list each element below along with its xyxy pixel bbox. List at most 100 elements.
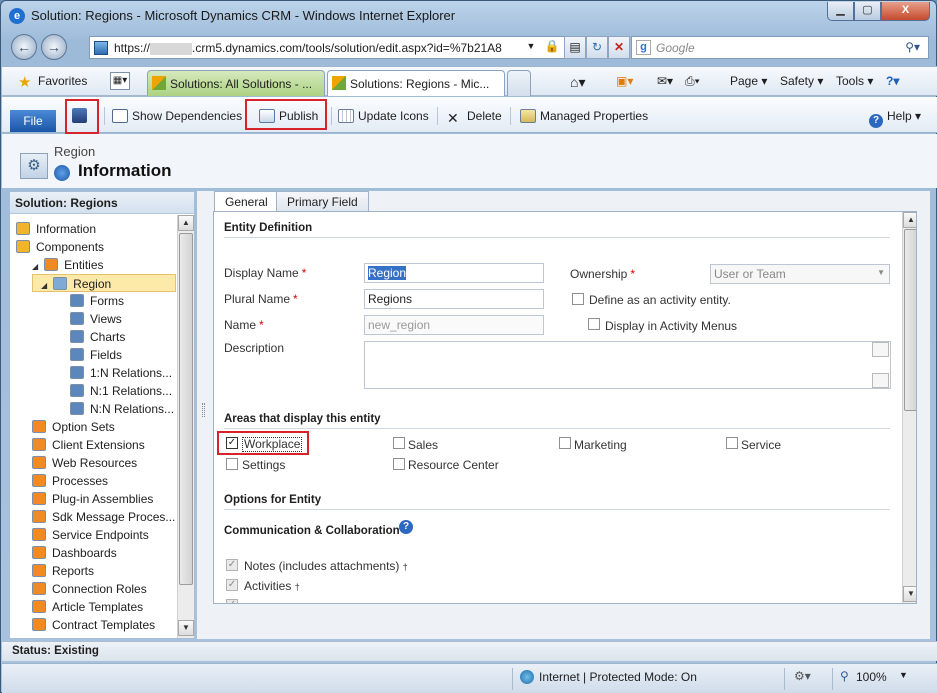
nav-item-service-endpoints[interactable]: Service Endpoints [10,526,176,544]
nav-item-icon [16,222,30,235]
nav-item-icon [70,294,84,307]
scroll-down-icon[interactable]: ▼ [178,620,194,636]
nav-item-dashboards[interactable]: Dashboards [10,544,176,562]
help-menu-icon[interactable]: ?▾ [886,74,899,88]
tree-toggle-icon[interactable]: ◢ [32,262,38,271]
workplace-checkbox[interactable]: ✓ [226,437,238,449]
nav-item-reports[interactable]: Reports [10,562,176,580]
zoom-dropdown-icon[interactable]: ▼ [899,670,908,680]
nav-scrollbar[interactable]: ▲ ▼ [177,215,194,638]
forward-button[interactable]: → [41,34,67,60]
info-help-icon[interactable]: ? [399,520,413,534]
favorites-star-icon[interactable]: ★ [18,73,31,91]
splitter-grip[interactable] [202,403,205,417]
address-dropdown-icon[interactable]: ▼ [524,36,538,59]
file-tab[interactable]: File [10,110,56,132]
nav-item-information[interactable]: Information [10,220,176,238]
scroll-thumb[interactable] [904,229,916,411]
tab-primary-field[interactable]: Primary Field [276,191,369,211]
settings-checkbox[interactable] [226,458,238,470]
nav-item-web-resources[interactable]: Web Resources [10,454,176,472]
favorites-button[interactable]: Favorites [38,74,87,88]
nav-item-entities[interactable]: ◢ Entities [10,256,176,274]
tab-general[interactable]: General [214,191,279,212]
publish-button[interactable]: Publish [259,107,318,127]
tree-toggle-icon[interactable]: ◢ [41,281,47,290]
print-icon[interactable]: ⎙▾ [685,74,700,89]
nav-item-n-1-relations[interactable]: N:1 Relations... [10,382,176,400]
display-name-field[interactable]: Region [364,263,544,283]
nav-item-article-templates[interactable]: Article Templates [10,598,176,616]
zoom-level[interactable]: 100% [856,670,887,684]
nav-item-connection-roles[interactable]: Connection Roles [10,580,176,598]
safety-menu[interactable]: Safety ▾ [780,74,823,88]
scroll-down-icon[interactable]: ▼ [903,586,916,602]
home-icon[interactable]: ⌂▾ [570,74,585,91]
nav-item-contract-templates[interactable]: Contract Templates [10,616,176,634]
show-dependencies-button[interactable]: Show Dependencies [112,107,242,127]
scroll-thumb[interactable] [179,233,193,585]
description-scroll-up[interactable] [872,342,889,357]
activity-menus-checkbox[interactable] [588,318,600,330]
nav-item-processes[interactable]: Processes [10,472,176,490]
ownership-label: Ownership * [570,267,636,281]
nav-item-fields[interactable]: Fields [10,346,176,364]
nav-item-client-extensions[interactable]: Client Extensions [10,436,176,454]
separator [784,668,785,690]
scroll-up-icon[interactable]: ▲ [178,215,194,231]
scroll-up-icon[interactable]: ▲ [903,212,916,228]
nav-item-plug-in-assemblies[interactable]: Plug-in Assemblies [10,490,176,508]
compatibility-icon[interactable]: ▤ [564,36,586,59]
tools-menu[interactable]: Tools ▾ [836,74,873,88]
search-input[interactable]: g Google ⚲▾ [631,36,929,59]
nav-item-region[interactable]: ◢ Region [32,274,176,292]
save-button[interactable] [72,106,87,126]
nav-item-forms[interactable]: Forms [10,292,176,310]
form-scrollbar[interactable]: ▲ ▼ [902,212,916,603]
nav-item-components[interactable]: Components [10,238,176,256]
information-icon [54,165,70,181]
description-scroll-down[interactable] [872,373,889,388]
nav-item-icon [32,564,46,577]
service-checkbox[interactable] [726,437,738,449]
search-icon[interactable]: ⚲▾ [905,40,920,54]
nav-item-label: Region [73,277,112,291]
plural-name-field[interactable]: Regions [364,289,544,309]
protected-mode-icon[interactable]: ⚙▾ [794,669,811,683]
help-button[interactable]: ? Help ▾ [869,107,921,128]
save-icon [72,108,87,123]
stop-icon[interactable]: ✕ [608,36,630,59]
sales-checkbox[interactable] [393,437,405,449]
nav-title: Solution: Regions [10,192,194,214]
nav-item-n-n-relations[interactable]: N:N Relations... [10,400,176,418]
close-button[interactable]: X [881,2,930,21]
activity-entity-checkbox[interactable] [572,293,584,305]
mail-icon[interactable]: ✉▾ [657,74,673,88]
new-tab-button[interactable] [507,70,531,96]
quick-tabs-icon[interactable]: ▦▾ [110,72,130,90]
nav-item-charts[interactable]: Charts [10,328,176,346]
tab-regions[interactable]: Solutions: Regions - Mic... [327,70,505,96]
delete-button[interactable]: ✕ Delete [447,107,502,127]
nav-item-1-n-relations[interactable]: 1:N Relations... [10,364,176,382]
update-icons-button[interactable]: Update Icons [338,107,429,127]
maximize-button[interactable]: ▢ [854,2,881,21]
pane-splitter[interactable] [197,191,211,639]
tab-all-solutions[interactable]: Solutions: All Solutions - ... [147,70,325,96]
nav-item-icon [70,348,84,361]
description-field[interactable] [364,341,891,389]
minimize-button[interactable]: ▁ [827,2,854,21]
feeds-icon[interactable]: ▣▾ [616,74,633,88]
resource-center-checkbox[interactable] [393,458,405,470]
managed-properties-button[interactable]: Managed Properties [520,107,648,127]
nav-item-option-sets[interactable]: Option Sets [10,418,176,436]
nav-item-sdk-message-proces[interactable]: Sdk Message Proces... [10,508,176,526]
zone-text[interactable]: Internet | Protected Mode: On [539,670,697,684]
marketing-checkbox[interactable] [559,437,571,449]
nav-item-views[interactable]: Views [10,310,176,328]
back-button[interactable]: ← [11,34,37,60]
page-menu[interactable]: Page ▾ [730,74,767,88]
refresh-icon[interactable]: ↻ [586,36,608,59]
lock-icon[interactable]: 🔒 [541,36,563,59]
globe-icon [520,670,534,684]
